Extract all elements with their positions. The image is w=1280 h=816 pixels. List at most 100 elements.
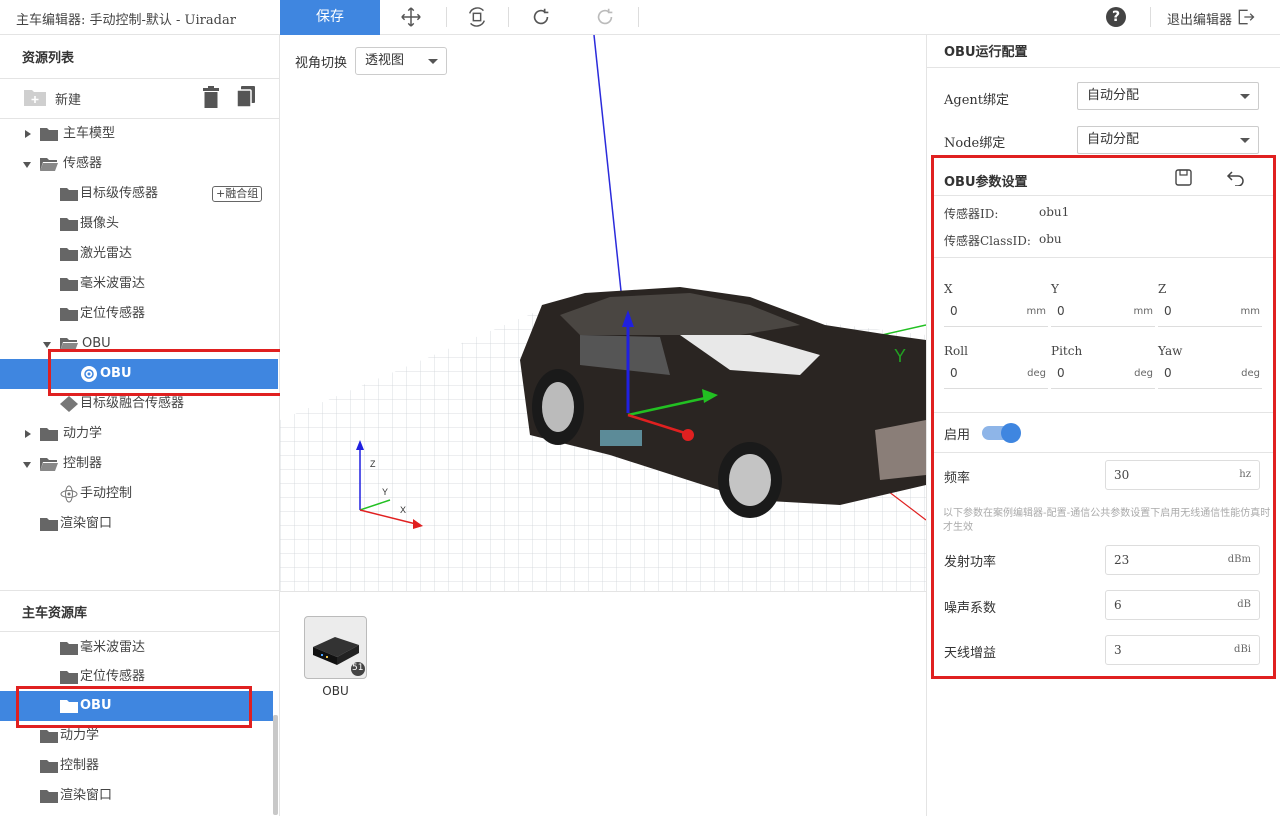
library-item-radar[interactable]: 毫米波雷达 [0,633,278,663]
asset-panel: 51 OBU [280,591,926,816]
scene-canvas: Y Z Y X [280,35,926,591]
agent-binding-label: Agent绑定 [944,93,1010,108]
toolbar-divider [1150,7,1151,27]
library-scrollbar[interactable] [273,715,278,815]
highlight-box [16,686,252,728]
folder-icon [40,790,58,803]
view-select-value: 透视图 [365,53,405,68]
3d-viewport[interactable]: Y Z Y X 视角切换 透视图 [280,35,926,591]
library-title: 主车资源库 [22,606,88,621]
tree-item-lidar[interactable]: 激光雷达 [0,239,278,269]
helper-x-label: X [400,505,406,515]
left-panel: 资源列表 新建 主车模型 传感器 目标级传感器 +融合组 摄像头 激光雷达 毫米… [0,35,316,816]
tree-item-controller[interactable]: 控制器 [0,449,278,479]
collapse-arrow-icon[interactable] [23,462,31,468]
agent-binding-value: 自动分配 [1087,88,1140,103]
chevron-down-icon [1240,138,1250,143]
folder-icon [60,248,78,261]
asset-thumbnail-obu[interactable]: 51 [304,616,367,679]
new-button[interactable]: 新建 [55,89,81,108]
asset-badge: 51 [352,663,364,673]
tree-item-label: 激光雷达 [80,246,133,261]
top-toolbar: 主车编辑器: 手动控制-默认 - Uiradar 保存 ? 退出编辑器 [0,0,1280,35]
tree-item-label: 摄像头 [80,216,120,231]
highlight-box [48,349,316,396]
vertical-axis-line [593,35,624,311]
tree-item-camera[interactable]: 摄像头 [0,209,278,239]
node-binding-label: Node绑定 [944,136,1006,151]
collapse-arrow-icon[interactable] [23,162,31,168]
rotate-view-icon[interactable] [466,6,490,28]
folder-icon [60,278,78,291]
exit-editor-button[interactable]: 退出编辑器 [1167,9,1232,28]
redo-icon[interactable] [530,6,554,28]
new-folder-icon[interactable] [23,87,47,107]
folder-icon [60,188,78,201]
folder-icon [60,308,78,321]
folder-icon [40,128,58,141]
node-binding-value: 自动分配 [1087,132,1140,147]
expand-arrow-icon[interactable] [25,130,31,138]
helper-z-label: Z [370,459,376,469]
folder-icon [40,518,58,531]
tree-item-label: 动力学 [63,426,103,441]
node-binding-select[interactable]: 自动分配 [1077,126,1259,154]
library-item-label: 控制器 [60,758,100,773]
library-item-label: 渲染窗口 [60,788,113,803]
tree-item-sensors[interactable]: 传感器 [0,149,278,179]
delete-icon[interactable] [202,86,220,108]
window-title: 主车编辑器: 手动控制-默认 - Uiradar [16,13,236,28]
run-config-title: OBU运行配置 [944,45,1028,60]
copy-icon[interactable] [236,86,256,108]
tree-item-render-window[interactable]: 渲染窗口 [0,509,278,539]
tree-item-positioning-sensor[interactable]: 定位传感器 [0,299,278,329]
library-item-label: 毫米波雷达 [80,640,146,655]
tree-item-dynamics[interactable]: 动力学 [0,419,278,449]
helper-y-label: Y [382,487,388,497]
folder-icon [40,760,58,773]
right-panel: OBU运行配置 Agent绑定 自动分配 Node绑定 自动分配 OBU参数设置… [926,35,1280,816]
big-y-axis-label: Y [894,346,906,366]
collapse-arrow-icon[interactable] [43,342,51,348]
resource-list-title: 资源列表 [22,51,75,66]
library-item-render-window[interactable]: 渲染窗口 [0,781,278,811]
folder-icon [40,428,58,441]
tree-item-label: 毫米波雷达 [80,276,146,291]
fusion-sensor-icon [60,396,78,412]
tree-item-target-sensor[interactable]: 目标级传感器 +融合组 [0,179,278,209]
tree-item-manual-control[interactable]: 手动控制 [0,479,278,509]
toolbar-divider [508,7,509,27]
help-icon[interactable]: ? [1106,7,1126,27]
tree-item-radar[interactable]: 毫米波雷达 [0,269,278,299]
tree-item-label: 目标级传感器 [80,186,159,201]
save-button[interactable]: 保存 [280,0,380,35]
tree-item-label: 定位传感器 [80,306,146,321]
agent-binding-select[interactable]: 自动分配 [1077,82,1259,110]
toolbar-divider [446,7,447,27]
folder-icon [60,671,78,684]
highlight-box [931,155,1276,679]
divider [0,78,279,79]
move-icon[interactable] [400,6,424,28]
chevron-down-icon [428,59,438,64]
tree-item-label: 传感器 [63,156,103,171]
toolbar-divider [638,7,639,27]
tree-item-label: 控制器 [63,456,103,471]
divider [927,67,1280,68]
exit-icon[interactable] [1236,7,1256,27]
undo-icon[interactable] [594,6,618,28]
view-select[interactable]: 透视图 [355,47,447,75]
tree-item-label: 手动控制 [80,486,133,501]
library-item-controller[interactable]: 控制器 [0,751,278,781]
folder-open-icon [40,158,58,171]
tree-item-main-model[interactable]: 主车模型 [0,119,278,149]
divider [0,590,279,591]
chevron-down-icon [1240,94,1250,99]
view-switch-label: 视角切换 [295,56,348,71]
folder-icon [40,730,58,743]
gizmo-x-handle[interactable] [682,429,694,441]
expand-arrow-icon[interactable] [25,430,31,438]
folder-icon [60,642,78,655]
add-fusion-group-button[interactable]: +融合组 [212,186,263,202]
asset-label: OBU [322,684,349,698]
